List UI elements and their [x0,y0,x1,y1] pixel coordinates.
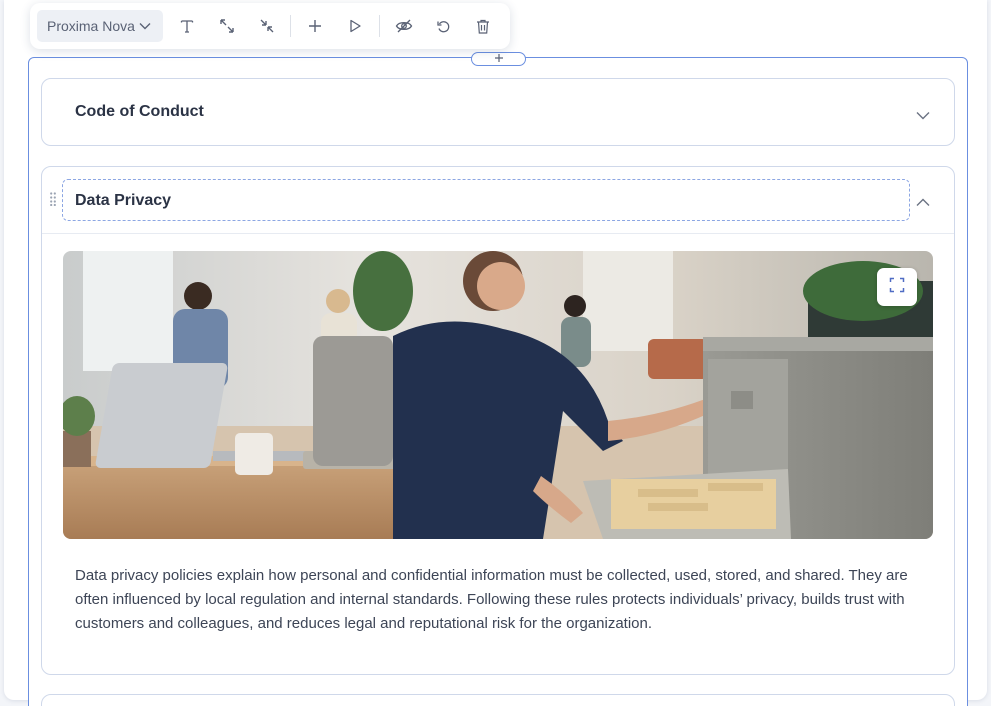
trash-icon [476,19,490,34]
delete-button[interactable] [463,10,503,42]
office-photo [63,251,933,539]
drag-handle-icon[interactable] [50,192,56,211]
accordion-item-title[interactable]: Data Privacy [75,192,171,210]
font-select-label: Proxima Nova [47,18,135,34]
text-icon [180,19,194,33]
accordion-item-partial [41,694,955,706]
expand-icon [219,18,235,34]
undo-button[interactable] [424,10,464,42]
add-item-button[interactable] [295,10,335,42]
preview-button[interactable] [335,10,375,42]
expand-all-button[interactable] [207,10,247,42]
expand-image-button[interactable] [877,268,917,306]
play-icon [348,19,362,33]
chevron-up-icon[interactable] [916,194,930,212]
collapse-icon [259,18,275,34]
hide-button[interactable] [384,10,424,42]
accordion-item-code-of-conduct[interactable]: Code of Conduct [41,78,955,146]
font-select[interactable]: Proxima Nova [37,10,164,42]
collapse-all-button[interactable] [247,10,287,42]
toolbar-divider [378,15,380,37]
editor-toolbar: Proxima Nova [30,3,510,49]
accordion-item-data-privacy: Data Privacy Data privacy policies expla… [41,166,955,675]
add-section-button[interactable] [471,52,526,66]
undo-icon [436,19,451,34]
divider [42,233,954,234]
chevron-down-icon[interactable] [916,107,930,125]
plus-icon [494,50,504,68]
accordion-body-text: Data privacy policies explain how person… [75,567,908,632]
toolbar-divider [290,15,292,37]
plus-icon [308,19,322,33]
eye-off-icon [395,19,413,33]
title-edit-field[interactable] [62,179,910,221]
fullscreen-icon [889,277,905,298]
content-image [63,251,933,539]
text-style-button[interactable] [167,10,207,42]
accordion-item-title: Code of Conduct [75,103,204,120]
chevron-down-icon [139,22,151,30]
